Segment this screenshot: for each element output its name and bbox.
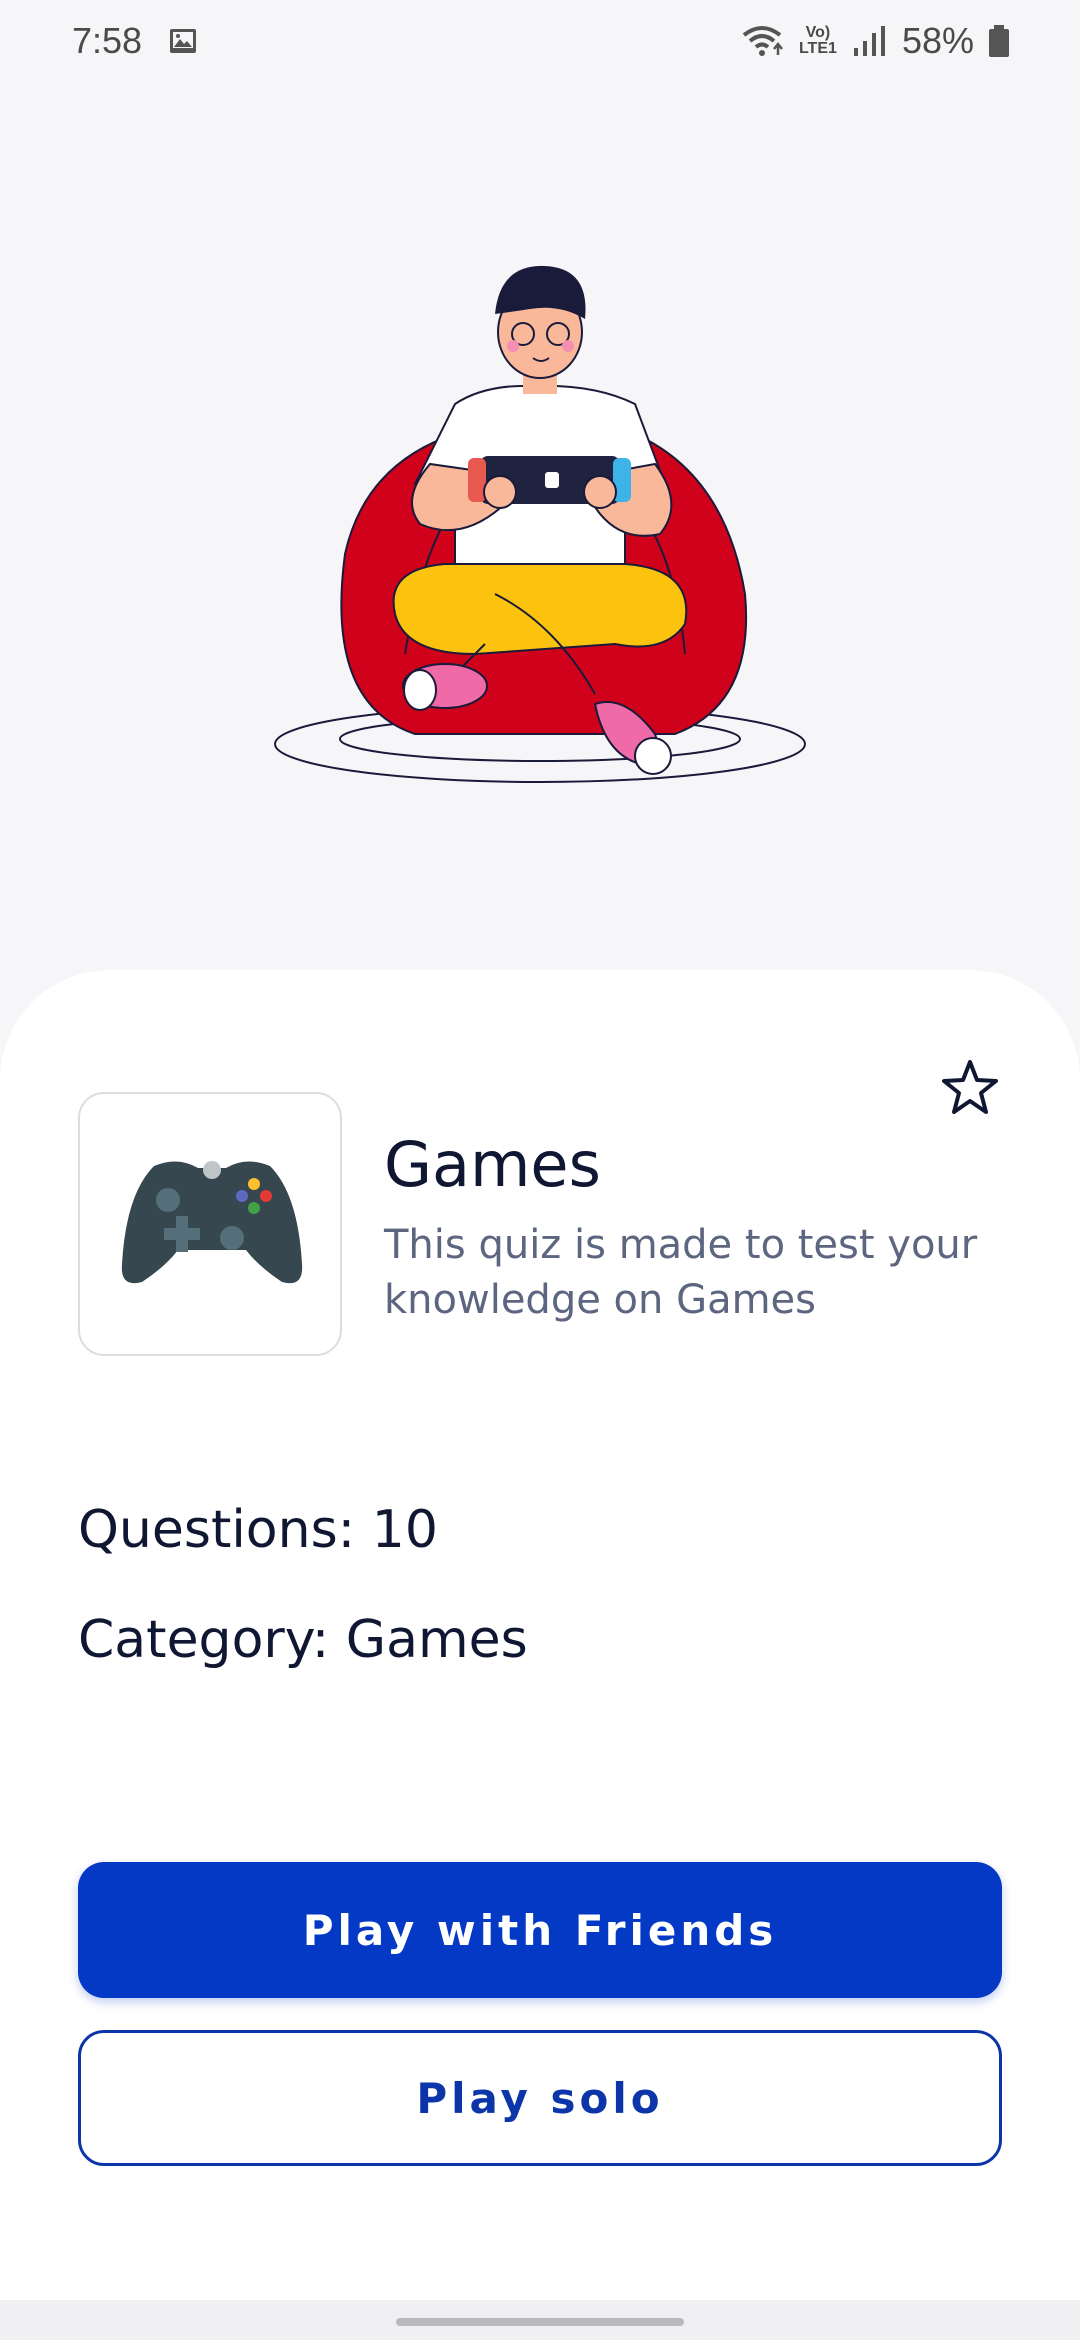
status-indicators: Vo) LTE1 58% bbox=[740, 20, 1010, 62]
questions-count: Questions: 10 bbox=[78, 1500, 438, 1560]
battery-percent: 58% bbox=[901, 20, 974, 61]
hero-illustration bbox=[0, 84, 1080, 974]
gamepad-icon bbox=[121, 1161, 303, 1284]
home-indicator[interactable] bbox=[396, 2318, 684, 2326]
category-value: Games bbox=[345, 1610, 528, 1670]
quiz-category: Category: Games bbox=[78, 1610, 528, 1670]
play-solo-button[interactable]: Play solo bbox=[78, 2030, 1002, 2166]
questions-label: Questions: bbox=[78, 1500, 356, 1560]
gallery-notification-icon bbox=[170, 29, 196, 53]
quiz-detail-card: Games This quiz is made to test your kno… bbox=[0, 970, 1080, 2300]
quiz-icon-box bbox=[78, 1092, 342, 1356]
play-with-friends-button[interactable]: Play with Friends bbox=[78, 1862, 1002, 1998]
category-label: Category: bbox=[78, 1610, 330, 1670]
wifi-icon bbox=[742, 26, 783, 56]
quiz-description: This quiz is made to test your knowledge… bbox=[384, 1222, 978, 1323]
signal-strength-icon bbox=[853, 26, 885, 56]
favorite-star-icon[interactable] bbox=[938, 1056, 1002, 1120]
battery-icon bbox=[989, 25, 1009, 57]
status-bar: 7:58 Vo) LTE1 58% bbox=[0, 0, 1080, 84]
network-type-label: Vo) LTE1 bbox=[798, 24, 837, 57]
person-gaming-illustration bbox=[274, 265, 806, 783]
questions-value: 10 bbox=[371, 1500, 438, 1560]
system-nav-bar bbox=[0, 2300, 1080, 2340]
status-time: 7:58 bbox=[72, 20, 143, 61]
quiz-title: Games bbox=[384, 1128, 601, 1201]
